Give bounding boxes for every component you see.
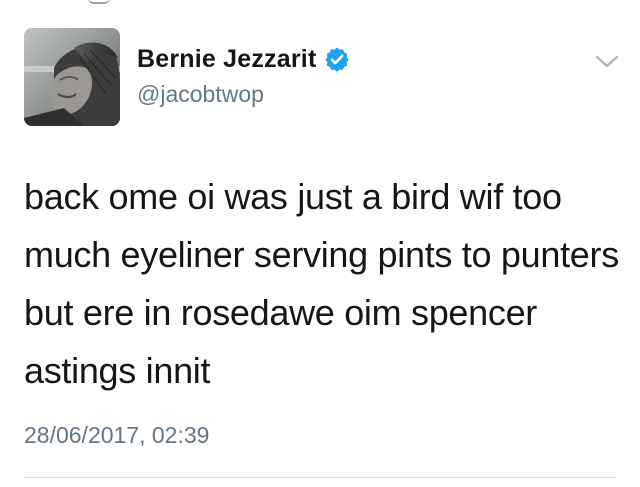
verified-badge-icon [324,46,350,72]
tweet-timestamp[interactable]: 28/06/2017, 02:39 [24,420,209,450]
avatar[interactable] [24,28,120,126]
author-handle[interactable]: @jacobtwop [137,80,264,108]
author-name-row[interactable]: Bernie Jezzarit [137,44,350,74]
profile-photo-icon [24,28,120,126]
tweet-text: back ome oi was just a bird wif too much… [24,176,619,391]
tweet-card[interactable]: Bernie Jezzarit @jacobtwop back ome oi w… [0,0,640,487]
chevron-down-icon[interactable] [594,52,620,72]
divider [24,477,616,478]
author-display-name[interactable]: Bernie Jezzarit [137,44,316,74]
